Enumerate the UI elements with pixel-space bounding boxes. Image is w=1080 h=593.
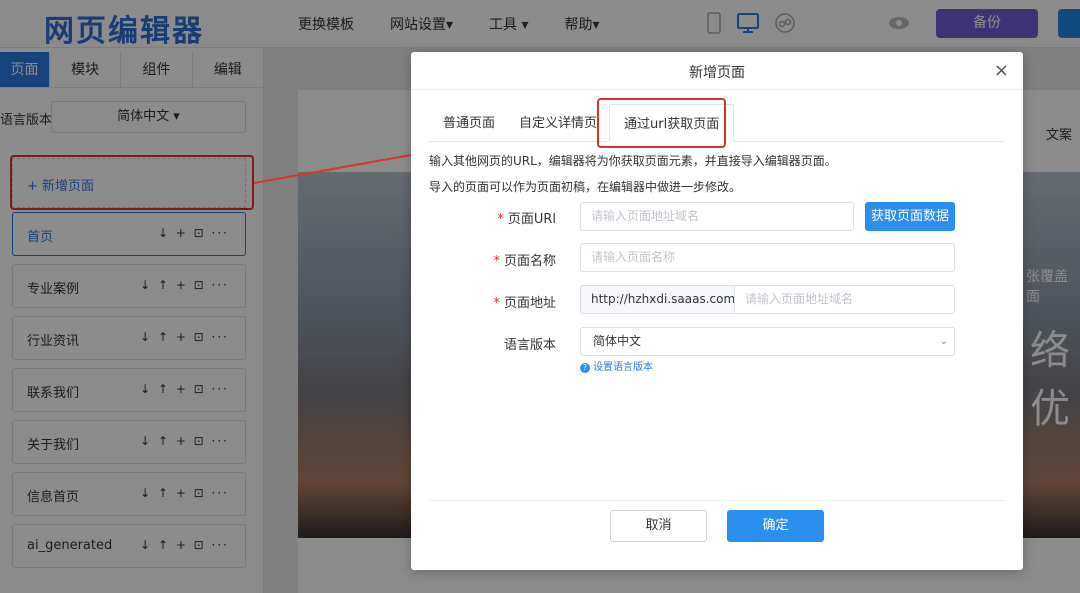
name-field-label: * 页面名称 bbox=[493, 254, 556, 269]
language-field-label: 语言版本 bbox=[503, 338, 556, 353]
language-select[interactable]: 简体中文 ⌄ bbox=[580, 327, 955, 356]
fetch-page-data-button[interactable]: 获取页面数据 bbox=[865, 202, 955, 231]
tab-custom-detail-page[interactable]: 自定义详情页 bbox=[519, 104, 597, 142]
dialog-footer-divider bbox=[429, 500, 1005, 501]
cancel-button[interactable]: 取消 bbox=[610, 510, 707, 542]
hint-text-1: 输入其他网页的URL，编辑器将为你获取页面元素，并直接导入编辑器页面。 bbox=[429, 154, 837, 168]
help-icon: ? bbox=[580, 363, 590, 373]
close-icon[interactable]: × bbox=[994, 60, 1009, 81]
tab-normal-page[interactable]: 普通页面 bbox=[443, 104, 495, 142]
chevron-down-icon: ⌄ bbox=[939, 336, 948, 347]
new-page-dialog: 新增页面 × 普通页面 自定义详情页 通过url获取页面 输入其他网页的URL，… bbox=[411, 52, 1023, 570]
confirm-button[interactable]: 确定 bbox=[727, 510, 824, 542]
set-language-link[interactable]: ? 设置语言版本 bbox=[580, 358, 653, 373]
highlight-url-tab bbox=[597, 98, 726, 148]
address-field-label: * 页面地址 bbox=[493, 296, 556, 311]
url-field-label: * 页面URl bbox=[497, 212, 556, 227]
page-address-input[interactable]: 请输入页面地址域名 bbox=[734, 285, 955, 314]
url-input[interactable]: 请输入页面地址域名 bbox=[580, 202, 854, 231]
language-value: 简体中文 bbox=[593, 334, 642, 348]
hint-text-2: 导入的页面可以作为页面初稿，在编辑器中做进一步修改。 bbox=[429, 180, 742, 194]
dialog-title: 新增页面 bbox=[689, 65, 745, 81]
address-prefix: http://hzhxdi.saaas.com/ bbox=[580, 285, 739, 314]
dialog-header: 新增页面 × bbox=[411, 52, 1023, 90]
page-name-input[interactable]: 请输入页面名称 bbox=[580, 243, 955, 272]
